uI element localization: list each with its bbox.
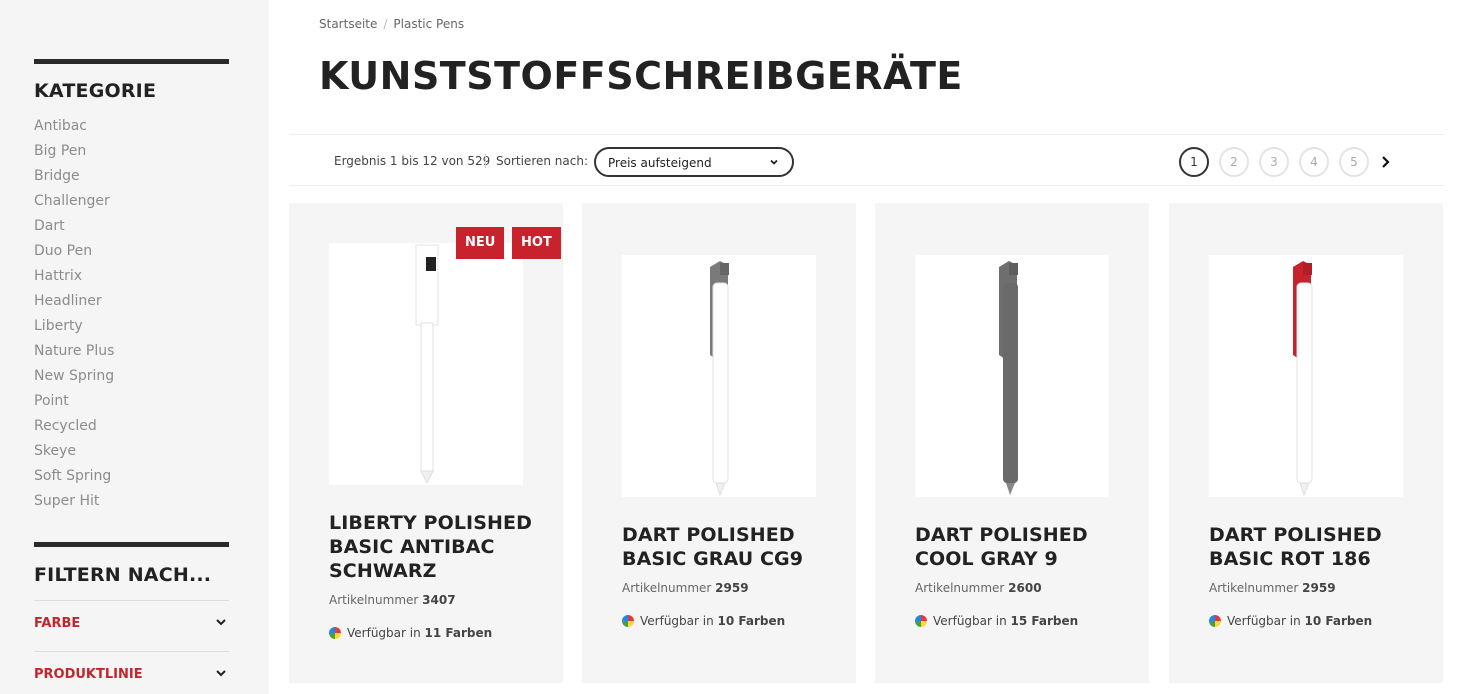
product-image[interactable] [329,243,523,485]
chevron-right-icon[interactable] [1377,154,1393,170]
chevron-down-icon [216,619,226,626]
badge-hot: HOT [512,227,561,259]
product-availability: Verfügbar in 10 Farben [622,614,785,628]
breadcrumb-separator: / [383,17,388,31]
section-rule [34,542,229,547]
category-item-point[interactable]: Point [34,391,114,416]
color-wheel-icon [622,615,634,627]
page-title: KUNSTSTOFFSCHREIBGERÄTE [319,54,963,98]
product-name[interactable]: DART POLISHED BASIC GRAU CG9 [622,523,832,571]
avail-label: Verfügbar in [1227,614,1301,628]
page-2-button[interactable]: 2 [1219,147,1249,177]
sku-value: 2959 [1302,581,1336,595]
page-4-button[interactable]: 4 [1299,147,1329,177]
chevron-down-icon [216,670,226,677]
product-card[interactable]: DART POLISHED BASIC GRAU CG9 Artikelnumm… [582,203,856,683]
color-wheel-icon [329,627,341,639]
product-image[interactable] [1209,255,1403,497]
filter-product-line-toggle[interactable]: PRODUKTLINIE [34,651,229,694]
category-item-new-spring[interactable]: New Spring [34,366,114,391]
category-item-dart[interactable]: Dart [34,216,114,241]
pen-image [710,261,729,497]
sku-label: Artikelnummer [329,593,419,607]
product-card[interactable]: NEU HOT LIBERTY POLISHED BASIC ANTIBAC S… [289,203,563,683]
product-availability: Verfügbar in 11 Farben [329,626,492,640]
category-heading: KATEGORIE [34,80,157,102]
avail-value: 10 Farben [717,614,786,628]
product-name[interactable]: DART POLISHED COOL GRAY 9 [915,523,1125,571]
sort-value: Preis aufsteigend [608,156,712,170]
product-card[interactable]: DART POLISHED BASIC ROT 186 Artikelnumme… [1169,203,1443,683]
category-item-bridge[interactable]: Bridge [34,166,114,191]
product-sku: Artikelnummer 2959 [1209,581,1336,595]
pen-image [1293,261,1313,497]
filter-product-line-label: PRODUKTLINIE [34,667,143,682]
category-item-hattrix[interactable]: Hattrix [34,266,114,291]
pen-image [415,244,439,485]
divider [485,154,486,168]
avail-label: Verfügbar in [347,626,421,640]
breadcrumb: Startseite / Plastic Pens [319,17,464,31]
color-wheel-icon [1209,615,1221,627]
category-item-liberty[interactable]: Liberty [34,316,114,341]
product-availability: Verfügbar in 15 Farben [915,614,1078,628]
category-item-skeye[interactable]: Skeye [34,441,114,466]
page-5-button[interactable]: 5 [1339,147,1369,177]
sku-value: 3407 [422,593,456,607]
page-1-button[interactable]: 1 [1179,147,1209,177]
sku-label: Artikelnummer [622,581,712,595]
listing-toolbar: Ergebnis 1 bis 12 von 529 Sortieren nach… [289,134,1444,186]
section-rule [34,59,229,64]
breadcrumb-current[interactable]: Plastic Pens [393,17,464,31]
avail-label: Verfügbar in [933,614,1007,628]
category-item-duo-pen[interactable]: Duo Pen [34,241,114,266]
category-list: Antibac Big Pen Bridge Challenger Dart D… [34,116,114,516]
product-image[interactable] [915,255,1109,497]
avail-label: Verfügbar in [640,614,714,628]
category-item-nature-plus[interactable]: Nature Plus [34,341,114,366]
product-availability: Verfügbar in 10 Farben [1209,614,1372,628]
product-sku: Artikelnummer 2959 [622,581,749,595]
product-image[interactable] [622,255,816,497]
category-item-recycled[interactable]: Recycled [34,416,114,441]
avail-value: 10 Farben [1304,614,1373,628]
filter-color-toggle[interactable]: FARBE [34,600,229,651]
avail-value: 15 Farben [1010,614,1079,628]
breadcrumb-home[interactable]: Startseite [319,17,377,31]
category-item-antibac[interactable]: Antibac [34,116,114,141]
sku-label: Artikelnummer [1209,581,1299,595]
result-count: Ergebnis 1 bis 12 von 529 [334,154,491,168]
product-card[interactable]: DART POLISHED COOL GRAY 9 Artikelnummer … [875,203,1149,683]
category-item-headliner[interactable]: Headliner [34,291,114,316]
color-wheel-icon [915,615,927,627]
product-sku: Artikelnummer 3407 [329,593,456,607]
category-item-big-pen[interactable]: Big Pen [34,141,114,166]
product-name[interactable]: LIBERTY POLISHED BASIC ANTIBAC SCHWARZ [329,511,539,583]
filter-color-label: FARBE [34,616,81,631]
filter-heading: FILTERN NACH... [34,564,212,586]
sidebar: KATEGORIE Antibac Big Pen Bridge Challen… [0,0,269,694]
badge-new: NEU [456,227,505,259]
category-item-challenger[interactable]: Challenger [34,191,114,216]
category-item-soft-spring[interactable]: Soft Spring [34,466,114,491]
sort-label: Sortieren nach: [496,154,588,168]
product-name[interactable]: DART POLISHED BASIC ROT 186 [1209,523,1419,571]
category-item-super-hit[interactable]: Super Hit [34,491,114,516]
product-sku: Artikelnummer 2600 [915,581,1042,595]
chevron-down-icon [770,159,778,165]
avail-value: 11 Farben [424,626,493,640]
sort-select[interactable]: Preis aufsteigend [594,147,794,177]
pen-image [999,261,1018,495]
sku-label: Artikelnummer [915,581,1005,595]
sku-value: 2600 [1008,581,1042,595]
sku-value: 2959 [715,581,749,595]
page-3-button[interactable]: 3 [1259,147,1289,177]
